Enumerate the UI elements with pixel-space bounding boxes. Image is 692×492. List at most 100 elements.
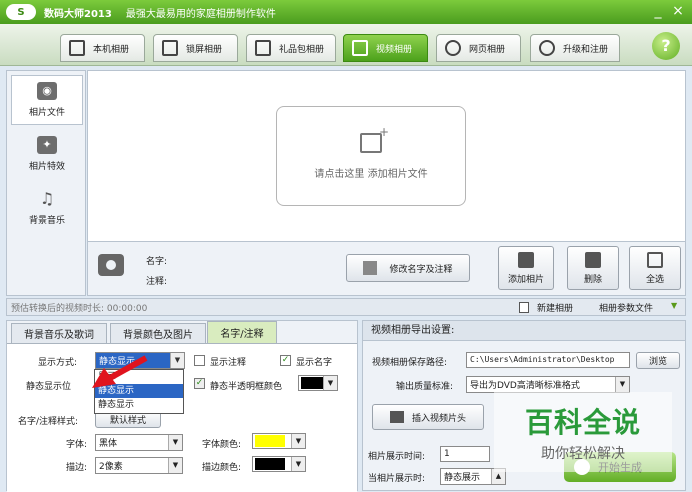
stroke-color-swatch	[255, 458, 285, 470]
chevron-down-icon: ▼	[168, 435, 182, 450]
stroke-color-picker[interactable]: ▼	[252, 456, 306, 472]
tab-lockscreen-album[interactable]: 锁屏相册	[153, 34, 238, 62]
gift-icon	[255, 40, 271, 56]
chevron-down-icon: ▼	[323, 376, 337, 390]
stroke-select[interactable]: 2像素 ▼	[95, 457, 183, 474]
music-note-icon: ♫	[39, 189, 55, 208]
tab-upgrade[interactable]: 升级和注册	[530, 34, 620, 62]
chevron-down-icon[interactable]: ▼	[671, 301, 677, 310]
tab-label: 网页相册	[469, 44, 506, 55]
save-path-input[interactable]: C:\Users\Administrator\Desktop	[466, 352, 630, 368]
app-slogan: 最强大最易用的家庭相册制作软件	[125, 8, 276, 20]
show-name-label: 显示名字	[296, 358, 333, 368]
select-all-button[interactable]: 全选	[629, 246, 681, 290]
insert-header-button[interactable]: 插入视频片头	[372, 404, 484, 430]
tab-label: 升级和注册	[563, 44, 609, 55]
display-time-input[interactable]: 1	[440, 446, 490, 462]
watermark-title: 百科全说	[524, 406, 641, 439]
chevron-down-icon: ▼	[615, 377, 629, 392]
semi-transparent-checkbox[interactable]: ✓	[194, 378, 205, 389]
tab-background[interactable]: 背景颜色及图片	[110, 323, 206, 343]
tab-name-note[interactable]: 名字/注释	[207, 321, 277, 343]
tab-music-lyrics[interactable]: 背景音乐及歌词	[11, 323, 107, 343]
add-photo-box[interactable]: 请点击这里 添加相片文件	[276, 106, 466, 206]
sparkle-icon: ✦	[37, 136, 57, 154]
semi-transparent-label: 静态半透明框颜色	[210, 382, 283, 392]
frame-color-swatch	[301, 377, 323, 389]
photo-area: 请点击这里 添加相片文件	[87, 70, 686, 242]
edit-name-label: 修改名字及注释	[389, 264, 453, 275]
globe-icon	[539, 40, 555, 56]
photo-icon	[69, 40, 85, 56]
current-display-label: 当相片展示时:	[368, 474, 426, 484]
frame-color-picker[interactable]: ▼	[298, 375, 338, 391]
stroke-label: 描边:	[66, 463, 88, 473]
quality-value: 导出为DVD高清晰标准格式	[470, 381, 580, 391]
export-header: 视频相册导出设置:	[363, 321, 685, 341]
photo-info-bar: 名字: 注释: 修改名字及注释 添加相片 删除 全选	[87, 242, 686, 296]
close-button[interactable]: ×	[670, 2, 686, 20]
tab-gift-album[interactable]: 礼品包相册	[246, 34, 336, 62]
font-value: 黑体	[99, 439, 118, 449]
show-name-checkbox[interactable]: ✓	[280, 355, 291, 366]
sidebar-item-music[interactable]: ♫ 背景音乐	[11, 183, 83, 233]
sidebar-item-label: 背景音乐	[28, 216, 65, 226]
edit-name-button[interactable]: 修改名字及注释	[346, 254, 470, 282]
monitor-icon	[162, 40, 178, 56]
font-color-label: 字体颜色:	[202, 440, 242, 450]
status-bar: 预估转换后的视频时长: 00:00:00 新建相册 相册参数文件 ▼	[6, 298, 686, 316]
album-params-button[interactable]: 相册参数文件	[599, 301, 653, 314]
font-label: 字体:	[66, 440, 88, 450]
chevron-down-icon: ▼	[291, 457, 305, 471]
title-bar: S 数码大师2013 最强大最易用的家庭相册制作软件 _ ×	[0, 0, 692, 24]
stroke-color-label: 描边颜色:	[202, 463, 242, 473]
tab-video-album[interactable]: 视频相册	[343, 34, 428, 62]
sidebar-item-photos[interactable]: ◉ 相片文件	[11, 75, 83, 125]
sidebar-item-label: 相片特效	[28, 162, 65, 172]
tab-web-album[interactable]: 网页相册	[436, 34, 521, 62]
grid-icon	[647, 251, 663, 268]
static-pos-label: 静态显示位	[26, 382, 72, 392]
add-photo-icon	[518, 251, 534, 268]
font-color-picker[interactable]: ▼	[252, 433, 306, 449]
new-album-button[interactable]: 新建相册	[537, 301, 573, 314]
quality-label: 输出质量标准:	[396, 382, 454, 392]
watermark-subtitle: 助你轻松解决	[541, 446, 625, 462]
insert-header-label: 插入视频片头	[411, 413, 466, 424]
edit-icon	[363, 261, 378, 275]
chevron-down-icon: ▼	[168, 458, 182, 473]
sidebar-item-effects[interactable]: ✦ 相片特效	[11, 129, 83, 179]
camera-icon	[98, 254, 124, 276]
browse-button[interactable]: 浏览	[636, 352, 680, 369]
add-photo-button[interactable]: 添加相片	[498, 246, 554, 290]
sidebar: ◉ 相片文件 ✦ 相片特效 ♫ 背景音乐	[6, 70, 86, 296]
display-mode-label: 显示方式:	[38, 358, 78, 368]
film-icon	[352, 40, 368, 56]
tab-local-album[interactable]: 本机相册	[60, 34, 145, 62]
chevron-down-icon: ▼	[170, 353, 184, 368]
duration-text: 预估转换后的视频时长: 00:00:00	[11, 303, 148, 314]
show-note-checkbox[interactable]	[194, 355, 205, 366]
save-path-label: 视频相册保存路径:	[372, 358, 448, 368]
dropdown-option[interactable]: 静态显示	[95, 398, 183, 412]
show-note-label: 显示注释	[210, 358, 247, 368]
name-style-label: 名字/注释样式:	[18, 417, 79, 427]
quality-select[interactable]: 导出为DVD高清晰标准格式 ▼	[466, 376, 630, 393]
tab-label: 锁屏相册	[186, 44, 223, 55]
app-title: 数码大师2013	[44, 8, 112, 20]
minimize-button[interactable]: _	[650, 2, 666, 20]
sidebar-item-label: 相片文件	[28, 108, 65, 118]
add-photo-text: 请点击这里 添加相片文件	[314, 168, 428, 180]
new-album-icon	[519, 302, 529, 313]
tab-label: 本机相册	[93, 44, 130, 55]
note-label: 注释:	[146, 277, 168, 287]
font-select[interactable]: 黑体 ▼	[95, 434, 183, 451]
browser-icon	[445, 40, 461, 56]
tab-label: 视频相册	[376, 44, 413, 55]
trash-icon	[585, 251, 601, 268]
name-label: 名字:	[146, 257, 168, 267]
tab-label: 礼品包相册	[279, 44, 325, 55]
stroke-value: 2像素	[99, 462, 123, 472]
help-button[interactable]: ?	[652, 32, 680, 60]
delete-button[interactable]: 删除	[567, 246, 619, 290]
